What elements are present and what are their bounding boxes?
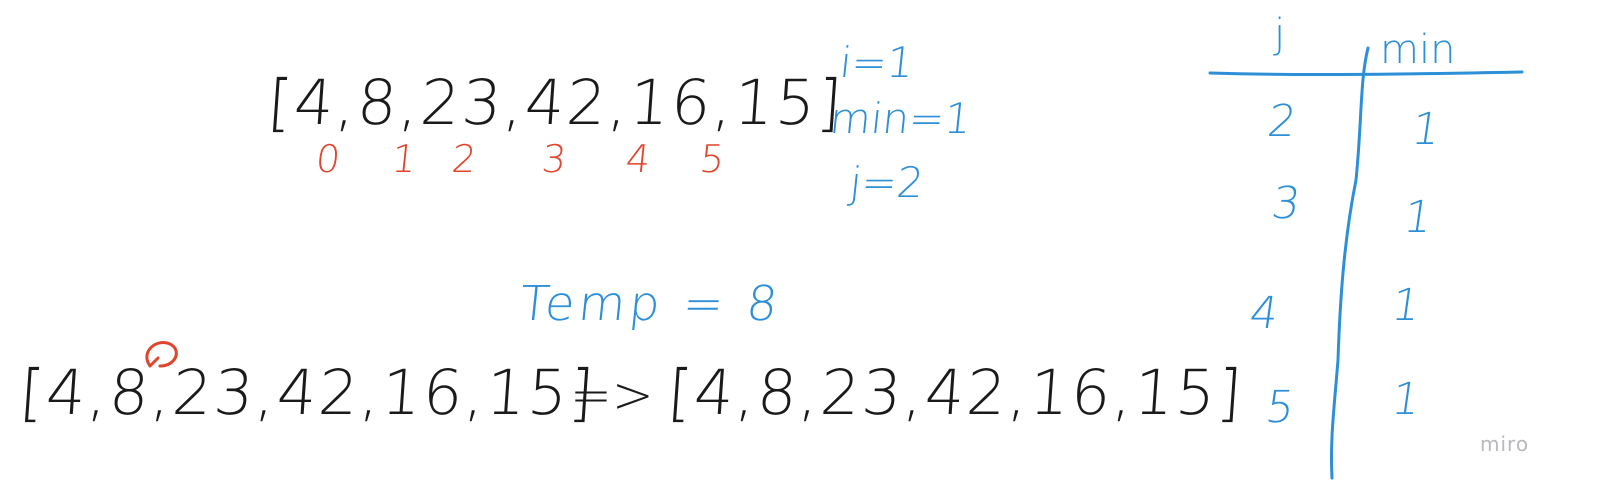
table-column-divider[interactable] (1329, 46, 1370, 480)
swap-marker[interactable] (145, 341, 178, 368)
miro-logo: miro (1480, 432, 1530, 456)
ink-strokes (145, 46, 1524, 480)
whiteboard-canvas[interactable]: [4,8,23,42,16,15] 0 1 2 3 4 5 i=1 min=1 … (0, 0, 1612, 502)
table-header-rule[interactable] (1208, 70, 1524, 77)
